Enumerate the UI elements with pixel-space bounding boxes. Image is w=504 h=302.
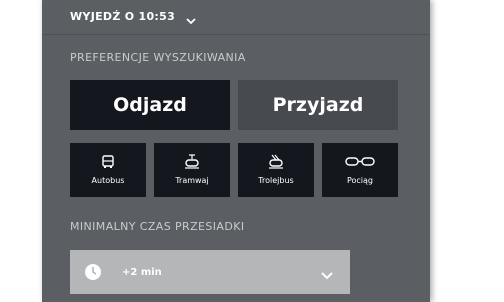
mode-trolleybus-button[interactable]: Trolejbus: [238, 143, 314, 197]
mode-train-button[interactable]: Pociąg: [322, 143, 398, 197]
mode-train-label: Pociąg: [346, 176, 374, 185]
segment-przyjazd-button[interactable]: Przyjazd: [238, 80, 398, 130]
preferences-section-title: PREFERENCJE WYSZUKIWANIA: [70, 51, 246, 64]
chevron-down-icon: [320, 266, 334, 280]
transfer-time-value: +2 min: [122, 266, 162, 278]
mode-bus-label: Autobus: [91, 176, 125, 185]
chevron-down-icon: [185, 11, 197, 25]
mode-tram-button[interactable]: Tramwaj: [154, 143, 230, 197]
train-icon: [345, 154, 375, 170]
transfer-section-title: MINIMALNY CZAS PRZESIADKI: [70, 220, 245, 233]
departure-time-selector[interactable]: WYJEDŹ O 10:53: [70, 6, 197, 26]
header-divider: [42, 34, 430, 35]
departure-time-label: WYJEDŹ O 10:53: [70, 9, 176, 23]
bus-icon: [100, 154, 116, 170]
search-preferences-panel: WYJEDŹ O 10:53 PREFERENCJE WYSZUKIWANIA …: [42, 0, 430, 302]
mode-trolleybus-label: Trolejbus: [258, 176, 294, 185]
tram-icon: [183, 154, 201, 170]
transfer-time-dropdown[interactable]: +2 min: [70, 250, 350, 294]
segment-odjazd-button[interactable]: Odjazd: [70, 80, 230, 130]
mode-tram-label: Tramwaj: [175, 176, 209, 185]
clock-icon: [84, 263, 102, 281]
mode-bus-button[interactable]: Autobus: [70, 143, 146, 197]
trolleybus-icon: [267, 154, 285, 170]
